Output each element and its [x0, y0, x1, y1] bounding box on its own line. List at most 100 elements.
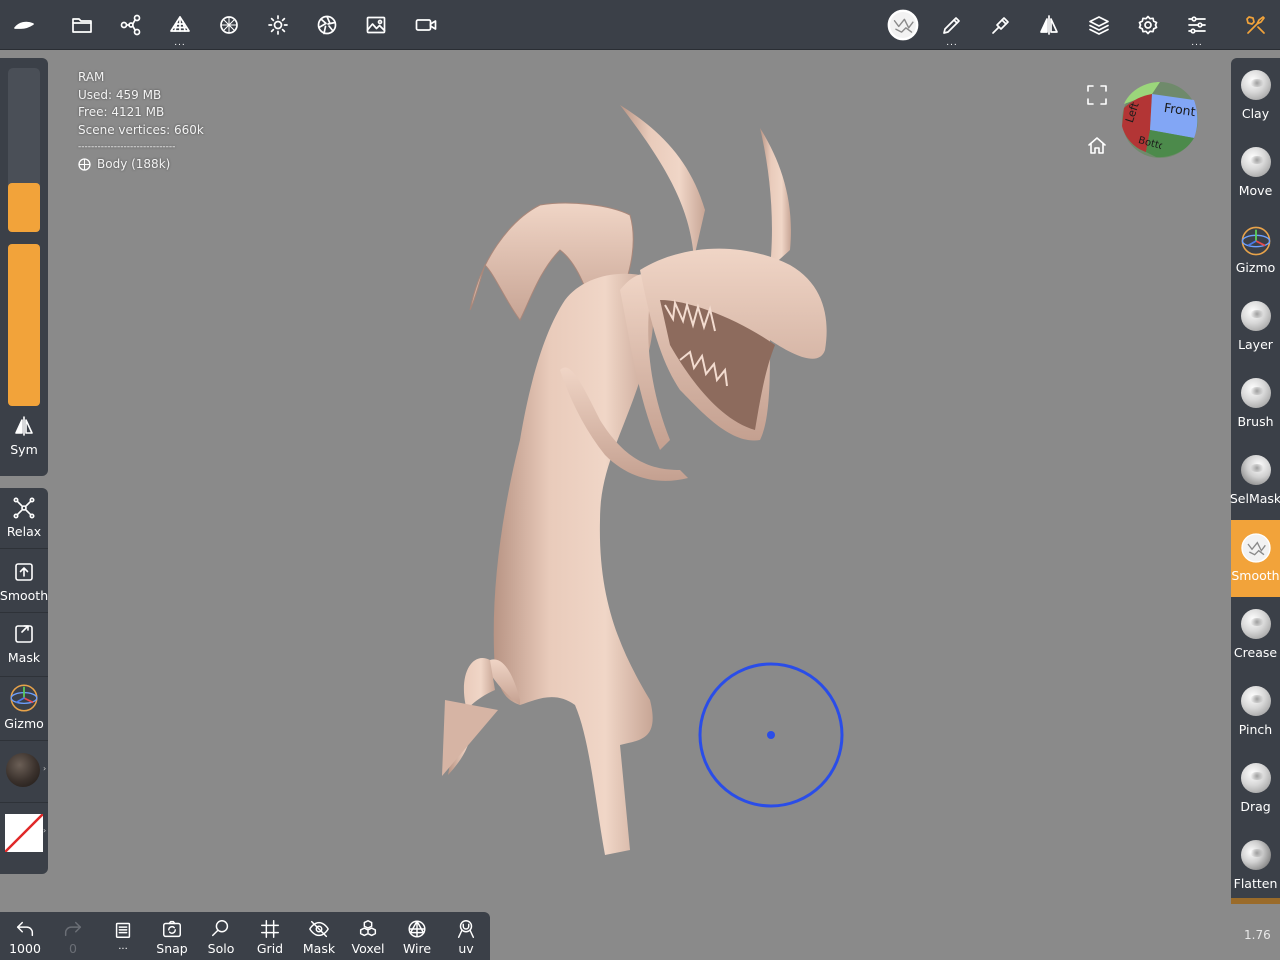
wire-label: Wire	[402, 941, 432, 956]
scene-info: RAM Used: 459 MB Free: 4121 MB Scene ver…	[78, 69, 204, 174]
brush-cursor	[698, 662, 844, 808]
tool-clay[interactable]: Clay	[1231, 58, 1280, 135]
drag-icon	[1240, 763, 1271, 793]
tool-brush[interactable]: Brush	[1231, 366, 1280, 443]
logo-icon[interactable]	[2, 0, 46, 50]
mesh-icon	[78, 158, 91, 171]
tool-drag-label: Drag	[1240, 799, 1271, 814]
viewport[interactable]: Front Left Bottom	[48, 50, 1231, 912]
tool-flatten[interactable]: Flatten	[1231, 828, 1280, 905]
uv-button[interactable]: uv	[442, 912, 490, 960]
relax-button[interactable]: Relax	[0, 496, 48, 539]
brush-settings-icon[interactable]	[979, 0, 1023, 50]
relax-icon	[13, 497, 35, 519]
wire-button[interactable]: Wire	[393, 912, 441, 960]
tool-gizmo[interactable]: Gizmo	[1231, 212, 1280, 289]
grid-button[interactable]: Grid	[246, 912, 294, 960]
mask-action-button[interactable]: Mask	[0, 622, 48, 665]
uv-label: uv	[458, 941, 474, 956]
wireframe-icon	[408, 920, 426, 938]
layers-icon[interactable]	[1077, 0, 1121, 50]
redo-count: 0	[69, 941, 77, 956]
topology-icon[interactable]: ...	[158, 0, 202, 50]
symmetry-icon[interactable]	[1027, 0, 1071, 50]
tool-crease[interactable]: Crease	[1231, 597, 1280, 674]
gizmo-action-button[interactable]: Gizmo	[0, 682, 48, 731]
video-icon[interactable]	[404, 0, 448, 50]
sculpt-model	[442, 105, 827, 855]
sliders-icon[interactable]: ...	[1175, 0, 1219, 50]
tool-layer[interactable]: Layer	[1231, 289, 1280, 366]
smooth-action-button[interactable]: Smooth	[0, 560, 48, 603]
tool-gizmo-label: Gizmo	[1235, 260, 1276, 275]
layer-icon	[1240, 301, 1271, 331]
tool-move[interactable]: Move	[1231, 135, 1280, 212]
grid-label: Grid	[256, 941, 284, 956]
tool-drag[interactable]: Drag	[1231, 751, 1280, 828]
image-icon[interactable]	[354, 0, 398, 50]
redo-icon	[64, 921, 82, 937]
crease-icon	[1240, 609, 1271, 639]
tool-selmask[interactable]: SelMask	[1230, 443, 1280, 520]
tool-smooth[interactable]: Smooth	[1231, 520, 1280, 597]
tool-pinch[interactable]: Pinch	[1231, 674, 1280, 751]
tool-flatten-label: Flatten	[1233, 876, 1278, 891]
gizmo-icon	[1241, 226, 1270, 256]
tool-crease-label: Crease	[1233, 645, 1278, 660]
sym-button[interactable]: Sym	[0, 414, 48, 457]
intensity-slider[interactable]	[8, 244, 40, 406]
clay-icon	[1240, 70, 1271, 100]
mask-toggle-label: Mask	[302, 941, 336, 956]
radius-slider[interactable]	[8, 68, 40, 232]
voxel-button[interactable]: Voxel	[344, 912, 392, 960]
smooth-icon	[1240, 533, 1271, 563]
left-tools-panel: Relax Smooth Mask Gizmo › ›	[0, 488, 48, 874]
smooth-action-icon	[15, 563, 33, 581]
left-slider-panel: Sym	[0, 58, 48, 476]
tool-smooth-label: Smooth	[1231, 568, 1280, 583]
history-menu-label: ...	[118, 941, 128, 952]
camera-aperture-icon[interactable]	[305, 0, 349, 50]
undo-button[interactable]: 1000	[1, 912, 49, 960]
folder-icon[interactable]	[60, 0, 104, 50]
undo-count: 1000	[9, 941, 41, 956]
tool-brush-label: Brush	[1237, 414, 1274, 429]
smooth-action-label: Smooth	[0, 588, 49, 603]
smooth-brush-icon[interactable]	[881, 0, 925, 50]
color-none-button[interactable]	[5, 814, 43, 852]
scene-graph-icon[interactable]	[109, 0, 153, 50]
solo-button[interactable]: Solo	[197, 912, 245, 960]
ram-free: Free: 4121 MB	[78, 105, 165, 119]
view-cube[interactable]: Front Left Bottom	[1120, 80, 1200, 160]
version-label: 1.76	[1244, 928, 1271, 942]
light-icon[interactable]	[256, 0, 300, 50]
color-chevron-icon: ›	[43, 826, 47, 835]
mask-toggle-button[interactable]: Mask	[295, 912, 343, 960]
grid-icon	[261, 920, 279, 938]
history-menu-button[interactable]: ...	[99, 912, 147, 960]
tools-icon[interactable]	[1234, 0, 1278, 50]
tool-clay-label: Clay	[1241, 106, 1270, 121]
material-icon[interactable]	[207, 0, 251, 50]
material-sphere-button[interactable]	[6, 753, 40, 787]
material-chevron-icon: ›	[43, 764, 47, 773]
mesh-entry[interactable]: Body (188k)	[78, 156, 204, 174]
tools-scroll-indicator	[1231, 898, 1280, 904]
gizmo-icon	[10, 684, 38, 712]
move-icon	[1240, 147, 1271, 177]
sym-label: Sym	[10, 442, 38, 457]
snap-button[interactable]: Snap	[148, 912, 196, 960]
redo-button[interactable]: 0	[49, 912, 97, 960]
tool-layer-label: Layer	[1238, 337, 1273, 352]
symmetry-icon	[15, 416, 33, 436]
info-divider: ------------------------------	[78, 142, 176, 152]
home-view-icon[interactable]	[1086, 134, 1108, 160]
settings-icon[interactable]	[1126, 0, 1170, 50]
gizmo-action-label: Gizmo	[4, 716, 44, 731]
magnifier-icon	[212, 920, 229, 937]
pencil-icon[interactable]: ...	[930, 0, 974, 50]
relax-label: Relax	[6, 524, 42, 539]
scene-vertices: Scene vertices: 660k	[78, 122, 204, 137]
fullscreen-icon[interactable]	[1086, 84, 1108, 110]
uv-icon	[457, 920, 475, 938]
